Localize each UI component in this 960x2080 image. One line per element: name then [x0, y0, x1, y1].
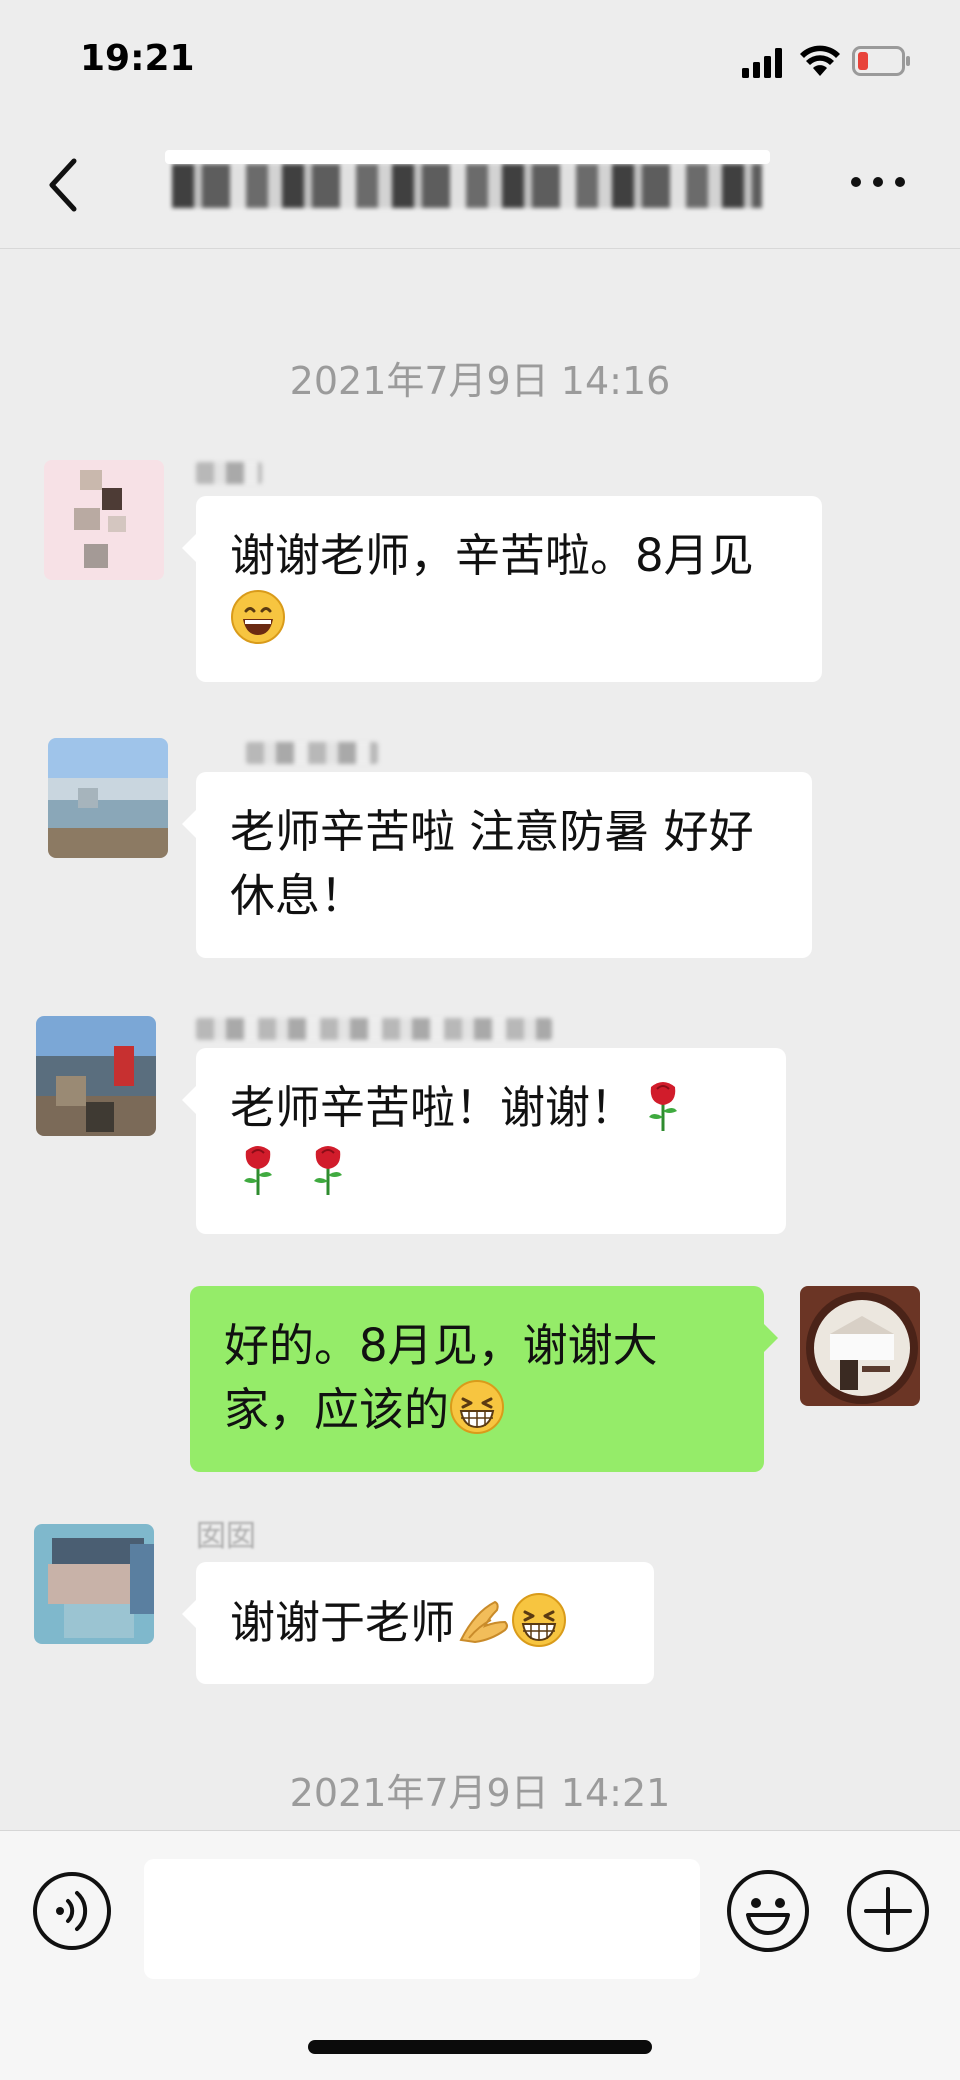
self-avatar[interactable] — [800, 1286, 920, 1406]
status-time: 19:21 — [80, 38, 195, 79]
message-bubble[interactable]: 老师辛苦啦！谢谢！ — [182, 1048, 786, 1234]
voice-icon[interactable] — [32, 1871, 112, 1951]
battery-icon — [852, 46, 910, 76]
avatar[interactable] — [44, 460, 164, 580]
home-indicator[interactable] — [308, 2040, 652, 2054]
wifi-icon — [800, 45, 840, 76]
grinning-face-icon — [231, 590, 285, 644]
message-text: 老师辛苦啦 注意防暑 好好休息！ — [230, 805, 754, 922]
avatar[interactable] — [34, 1524, 154, 1644]
rose-icon — [314, 1146, 343, 1195]
grinning-squinting-face-icon — [512, 1593, 567, 1647]
grinning-squinting-face-icon — [450, 1380, 505, 1434]
message-bubble[interactable]: 老师辛苦啦 注意防暑 好好休息！ — [182, 772, 812, 958]
folded-hands-icon — [459, 1600, 509, 1644]
chat-title-blurred — [172, 164, 762, 208]
status-bar: 19:21 — [0, 0, 960, 120]
avatar[interactable] — [36, 1016, 156, 1136]
chevron-left-icon[interactable] — [44, 155, 84, 215]
sender-name — [246, 742, 378, 764]
message-text: 谢谢于老师 — [230, 1596, 456, 1649]
message-bubble[interactable]: 谢谢老师，辛苦啦。8月见 — [182, 496, 822, 682]
message-input[interactable] — [144, 1859, 700, 1979]
sender-name — [196, 1018, 552, 1040]
message-bubble[interactable]: 谢谢于老师 — [182, 1562, 654, 1684]
timestamp: 2021年7月9日 14:16 — [289, 359, 671, 403]
plus-circle-icon[interactable] — [846, 1869, 930, 1953]
smiley-icon[interactable] — [726, 1869, 810, 1953]
cellular-signal-icon — [742, 48, 782, 78]
chat-header — [0, 120, 960, 249]
avatar[interactable] — [48, 738, 168, 858]
title-underline — [165, 150, 770, 164]
message-text: 谢谢老师，辛苦啦。8月见 — [230, 529, 754, 582]
message-bubble-self[interactable]: 好的。8月见，谢谢大家，应该的 — [190, 1286, 778, 1472]
rose-icon — [649, 1082, 678, 1131]
sender-name — [196, 462, 262, 484]
message-text: 老师辛苦啦！谢谢！ — [230, 1081, 636, 1134]
rose-icon — [244, 1146, 272, 1195]
timestamp: 2021年7月9日 14:21 — [289, 1771, 671, 1815]
ellipsis-icon[interactable] — [848, 172, 908, 192]
sender-name: 囡囡 — [196, 1519, 256, 1554]
message-text: 好的。8月见，谢谢大家，应该的 — [224, 1319, 658, 1436]
